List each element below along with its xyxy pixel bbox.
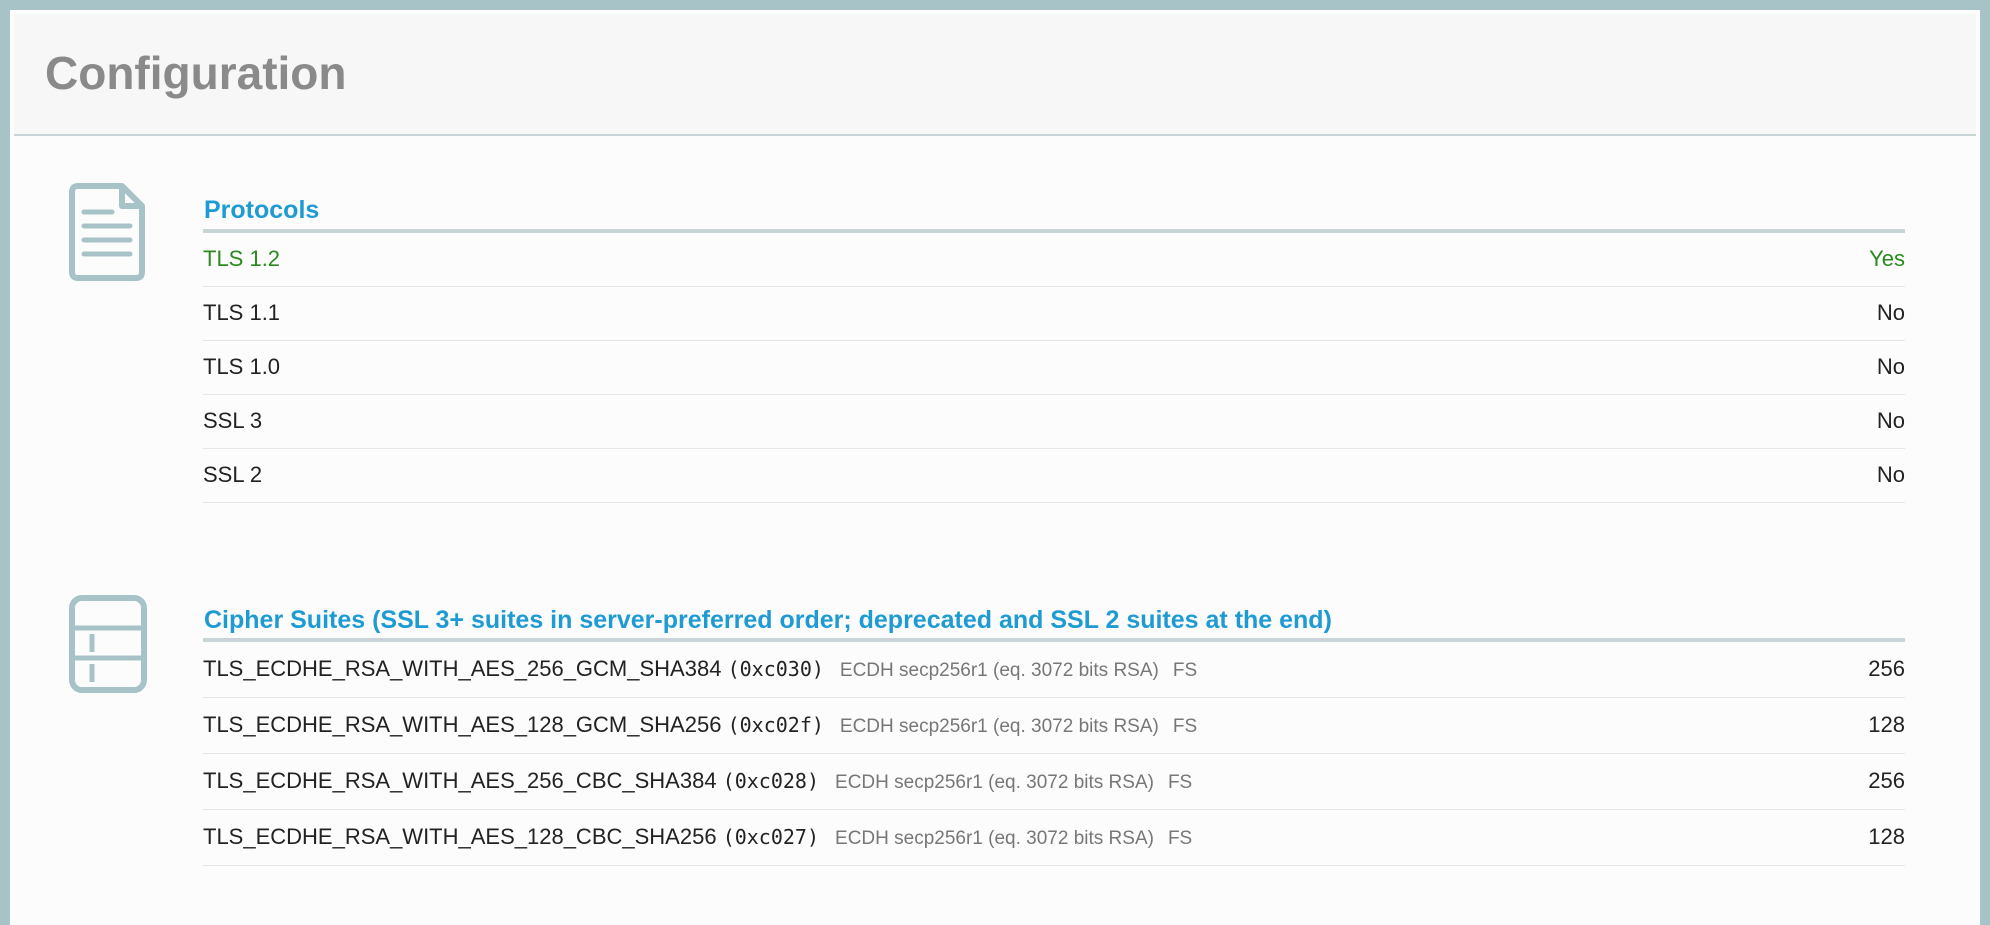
protocols-heading: Protocols (204, 196, 320, 224)
protocol-name: TLS 1.2 (203, 246, 281, 271)
protocol-name: TLS 1.0 (203, 354, 281, 379)
protocol-row: TLS 1.0 No (203, 341, 1905, 395)
cipher-suite-name: TLS_ECDHE_RSA_WITH_AES_128_GCM_SHA256 (203, 712, 722, 737)
table-icon (68, 594, 148, 694)
key-exchange-info: ECDH secp256r1 (eq. 3072 bits RSA) (835, 828, 1154, 849)
protocol-name: SSL 2 (203, 462, 263, 487)
key-exchange-info: ECDH secp256r1 (eq. 3072 bits RSA) (835, 772, 1154, 793)
protocol-name: SSL 3 (203, 408, 263, 433)
cipher-suites-heading: Cipher Suites (SSL 3+ suites in server-p… (204, 606, 1332, 634)
protocol-support-value: No (1876, 408, 1905, 433)
cipher-suite-row: TLS_ECDHE_RSA_WITH_AES_128_CBC_SHA256 (0… (203, 810, 1905, 866)
forward-secrecy-badge: FS (1167, 772, 1193, 793)
protocol-support-value: No (1876, 462, 1905, 487)
protocol-row: TLS 1.1 No (203, 287, 1905, 341)
cipher-suite-description: TLS_ECDHE_RSA_WITH_AES_128_CBC_SHA256 (0… (203, 824, 1192, 850)
cipher-suite-code: (0xc027) (722, 825, 820, 849)
cipher-suite-row: TLS_ECDHE_RSA_WITH_AES_256_CBC_SHA384 (0… (203, 754, 1905, 810)
protocol-name: TLS 1.1 (203, 300, 281, 325)
cipher-suite-code: (0xc028) (722, 769, 820, 793)
protocol-support-value: Yes (1869, 246, 1905, 271)
configuration-header: Configuration (14, 14, 1976, 136)
forward-secrecy-badge: FS (1172, 660, 1198, 681)
forward-secrecy-badge: FS (1167, 828, 1193, 849)
cipher-strength-bits: 128 (1868, 824, 1905, 849)
cipher-suite-code: (0xc030) (727, 657, 824, 681)
key-exchange-info: ECDH secp256r1 (eq. 3072 bits RSA) (839, 716, 1159, 737)
document-icon (68, 182, 148, 282)
cipher-suite-row: TLS_ECDHE_RSA_WITH_AES_256_GCM_SHA384 (0… (203, 642, 1905, 698)
cipher-strength-bits: 256 (1868, 656, 1905, 681)
report-frame: Configuration Protocols TLS 1.2 Yes TLS 1.… (0, 0, 1990, 925)
key-exchange-info: ECDH secp256r1 (eq. 3072 bits RSA) (839, 660, 1159, 681)
cipher-strength-bits: 128 (1868, 712, 1905, 737)
cipher-strength-bits: 256 (1868, 768, 1905, 793)
forward-secrecy-badge: FS (1172, 716, 1198, 737)
cipher-suite-description: TLS_ECDHE_RSA_WITH_AES_128_GCM_SHA256 (0… (203, 712, 1197, 738)
cipher-suite-description: TLS_ECDHE_RSA_WITH_AES_256_GCM_SHA384 (0… (203, 656, 1197, 682)
protocol-row: TLS 1.2 Yes (203, 233, 1905, 287)
cipher-suite-name: TLS_ECDHE_RSA_WITH_AES_256_GCM_SHA384 (203, 656, 722, 681)
cipher-suite-name: TLS_ECDHE_RSA_WITH_AES_128_CBC_SHA256 (203, 824, 717, 849)
protocol-support-value: No (1876, 354, 1905, 379)
page-title: Configuration (45, 47, 347, 99)
protocol-row: SSL 3 No (203, 395, 1905, 449)
cipher-suite-row: TLS_ECDHE_RSA_WITH_AES_128_GCM_SHA256 (0… (203, 698, 1905, 754)
protocol-row: SSL 2 No (203, 449, 1905, 503)
cipher-suite-description: TLS_ECDHE_RSA_WITH_AES_256_CBC_SHA384 (0… (203, 768, 1192, 794)
protocol-support-value: No (1876, 300, 1905, 325)
cipher-suite-code: (0xc02f) (727, 713, 824, 737)
cipher-suite-name: TLS_ECDHE_RSA_WITH_AES_256_CBC_SHA384 (203, 768, 717, 793)
